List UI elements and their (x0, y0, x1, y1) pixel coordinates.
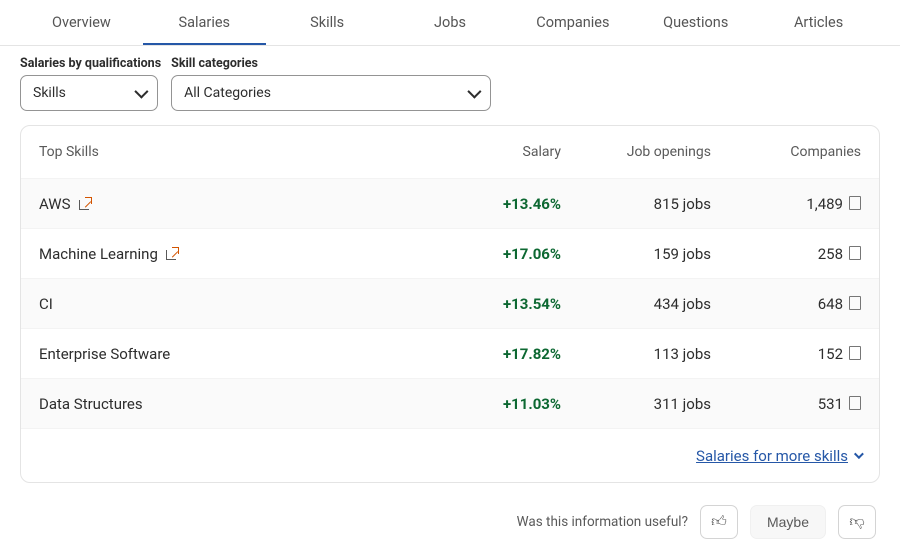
skill-cell: Data Structures (39, 395, 421, 413)
table-header-row: Top Skills Salary Job openings Companies (21, 126, 879, 178)
building-icon (849, 398, 861, 410)
filter-categories-label: Skill categories (171, 56, 491, 71)
tab-overview[interactable]: Overview (20, 0, 143, 45)
filter-qualifications: Salaries by qualifications Skills (20, 56, 161, 111)
chevron-down-icon (134, 85, 148, 99)
jobs-cell[interactable]: 311 jobs (561, 395, 711, 413)
skill-link[interactable]: Enterprise Software (39, 345, 170, 363)
more-skills-label: Salaries for more skills (696, 447, 848, 465)
more-skills-link[interactable]: Salaries for more skills (696, 447, 861, 465)
thumbs-up-button[interactable]: 👍︎ (700, 505, 738, 539)
external-link-icon (79, 197, 92, 210)
skill-cell: CI (39, 295, 421, 313)
skill-cell: Enterprise Software (39, 345, 421, 363)
building-icon (849, 248, 861, 260)
skill-link[interactable]: AWS (39, 195, 71, 213)
categories-value: All Categories (184, 85, 271, 101)
companies-count: 152 (818, 345, 843, 363)
salary-cell: +13.54% (421, 295, 561, 313)
companies-count: 648 (818, 295, 843, 313)
table-row: Data Structures +11.03%311 jobs 531 (21, 378, 879, 428)
filter-qualifications-label: Salaries by qualifications (20, 56, 161, 71)
jobs-cell[interactable]: 815 jobs (561, 195, 711, 213)
header-salary: Salary (421, 144, 561, 160)
header-companies: Companies (711, 144, 861, 160)
building-icon (849, 198, 861, 210)
tab-skills[interactable]: Skills (266, 0, 389, 45)
building-icon (849, 348, 861, 360)
tab-questions[interactable]: Questions (634, 0, 757, 45)
companies-cell[interactable]: 152 (711, 345, 861, 363)
thumbs-up-icon: 👍︎ (711, 513, 727, 531)
salary-cell: +11.03% (421, 395, 561, 413)
page-tabs: OverviewSalariesSkillsJobsCompaniesQuest… (0, 0, 900, 46)
tab-salaries[interactable]: Salaries (143, 0, 266, 45)
qualifications-select[interactable]: Skills (20, 75, 158, 111)
companies-count: 1,489 (806, 195, 843, 213)
table-row: CI +13.54%434 jobs 648 (21, 278, 879, 328)
external-link-icon (166, 247, 179, 260)
building-icon (849, 298, 861, 310)
companies-count: 531 (818, 395, 843, 413)
skill-link[interactable]: Data Structures (39, 395, 143, 413)
chevron-down-icon (467, 85, 481, 99)
table-row: Enterprise Software +17.82%113 jobs 152 (21, 328, 879, 378)
jobs-cell[interactable]: 159 jobs (561, 245, 711, 263)
salary-cell: +17.82% (421, 345, 561, 363)
companies-cell[interactable]: 1,489 (711, 195, 861, 213)
jobs-cell[interactable]: 113 jobs (561, 345, 711, 363)
companies-cell[interactable]: 258 (711, 245, 861, 263)
thumbs-down-icon: 👎︎ (849, 513, 864, 531)
chevron-down-icon (854, 449, 864, 459)
skill-link[interactable]: Machine Learning (39, 245, 158, 263)
skill-cell: AWS (39, 195, 421, 213)
companies-cell[interactable]: 531 (711, 395, 861, 413)
tab-companies[interactable]: Companies (511, 0, 634, 45)
qualifications-value: Skills (33, 85, 66, 101)
filters-bar: Salaries by qualifications Skills Skill … (0, 46, 900, 125)
skills-salary-table: Top Skills Salary Job openings Companies… (20, 125, 880, 483)
thumbs-down-button[interactable]: 👎︎ (838, 505, 876, 539)
tab-articles[interactable]: Articles (757, 0, 880, 45)
companies-count: 258 (818, 245, 843, 263)
skill-cell: Machine Learning (39, 245, 421, 263)
skill-link[interactable]: CI (39, 295, 53, 313)
filter-categories: Skill categories All Categories (171, 56, 491, 111)
header-skill: Top Skills (39, 144, 421, 160)
salary-cell: +13.46% (421, 195, 561, 213)
companies-cell[interactable]: 648 (711, 295, 861, 313)
categories-select[interactable]: All Categories (171, 75, 491, 111)
feedback-bar: Was this information useful? 👍︎ Maybe 👎︎ (0, 501, 900, 557)
maybe-button[interactable]: Maybe (750, 505, 826, 539)
salary-cell: +17.06% (421, 245, 561, 263)
table-row: AWS +13.46%815 jobs 1,489 (21, 178, 879, 228)
jobs-cell[interactable]: 434 jobs (561, 295, 711, 313)
tab-jobs[interactable]: Jobs (389, 0, 512, 45)
header-jobs: Job openings (561, 144, 711, 160)
table-row: Machine Learning +17.06%159 jobs 258 (21, 228, 879, 278)
table-footer: Salaries for more skills (21, 428, 879, 482)
feedback-prompt: Was this information useful? (517, 514, 688, 530)
